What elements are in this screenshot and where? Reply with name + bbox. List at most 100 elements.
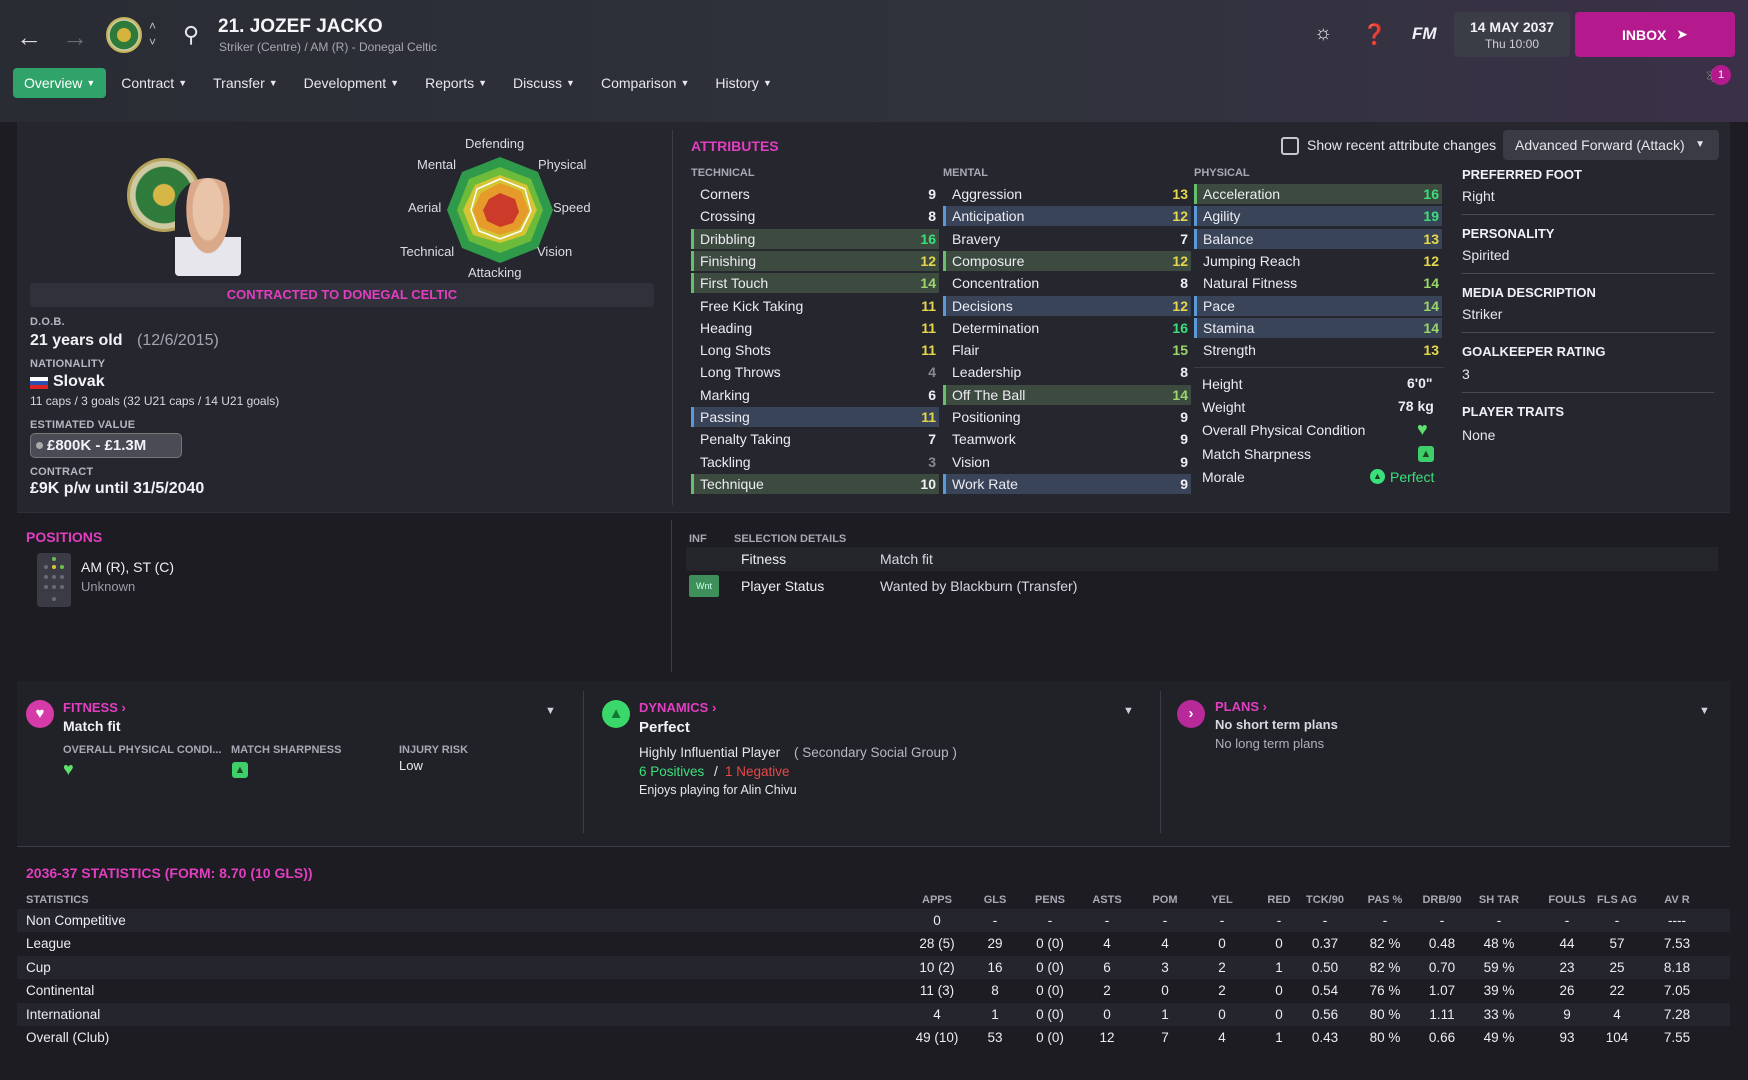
- stats-cell: -: [1162, 913, 1168, 928]
- attribute-row[interactable]: Determination 16: [943, 318, 1191, 338]
- attribute-row[interactable]: Vision 9: [943, 452, 1191, 472]
- dynamics-title: DYNAMICS: [639, 700, 709, 715]
- attribute-row[interactable]: Flair 15: [943, 340, 1191, 360]
- attribute-row[interactable]: Tackling 3: [691, 452, 939, 472]
- stats-cell: 0.66: [1428, 1030, 1456, 1045]
- stats-cell: 82 %: [1369, 936, 1401, 952]
- forward-arrow-icon[interactable]: →: [62, 22, 88, 53]
- menu-comparison[interactable]: Comparison ▼: [590, 68, 700, 98]
- back-arrow-icon[interactable]: ←: [16, 22, 42, 53]
- attribute-row[interactable]: Finishing 12: [691, 250, 939, 271]
- menu-development[interactable]: Development ▼: [293, 68, 410, 98]
- attribute-row[interactable]: Corners 9: [691, 184, 939, 204]
- stats-row[interactable]: Cup 10 (2) 16 0 (0) 6 3 2 1 0.50 82 % 0.70 59 % 23 25…: [17, 955, 1730, 979]
- attribute-row[interactable]: Concentration 8: [943, 273, 1191, 293]
- attribute-row[interactable]: Stamina 14: [1194, 317, 1442, 338]
- attribute-row[interactable]: Pace 14: [1194, 295, 1442, 316]
- attribute-row[interactable]: Technique 10: [691, 473, 939, 494]
- attribute-row[interactable]: Natural Fitness 14: [1194, 273, 1442, 293]
- stats-cell: 25: [1609, 959, 1625, 975]
- club-badge-icon[interactable]: [106, 17, 142, 53]
- attribute-value: 9: [928, 186, 936, 202]
- attribute-row[interactable]: Work Rate 9: [943, 473, 1191, 494]
- attribute-row[interactable]: Leadership 8: [943, 362, 1191, 382]
- traits-label: PLAYER TRAITS: [1462, 404, 1565, 419]
- stats-cell: 11 (3): [919, 983, 955, 999]
- attribute-row[interactable]: Bravery 7: [943, 229, 1191, 249]
- attribute-row[interactable]: Decisions 12: [943, 295, 1191, 316]
- role-dropdown[interactable]: Advanced Forward (Attack) ▼: [1503, 130, 1719, 160]
- attribute-name: Long Throws: [700, 364, 781, 381]
- attribute-row[interactable]: Jumping Reach 12: [1194, 251, 1442, 271]
- attribute-row[interactable]: Dribbling 16: [691, 228, 939, 249]
- attribute-row[interactable]: Long Throws 4: [691, 362, 939, 382]
- positives-text[interactable]: 6 Positives: [639, 764, 704, 779]
- expand-chevron-icon[interactable]: ▼: [1123, 705, 1134, 717]
- attribute-row[interactable]: Acceleration 16: [1194, 184, 1442, 204]
- attribute-row[interactable]: Teamwork 9: [943, 429, 1191, 449]
- show-changes-checkbox[interactable]: [1281, 137, 1299, 155]
- attribute-row[interactable]: Marking 6: [691, 385, 939, 405]
- attribute-row[interactable]: Heading 11: [691, 318, 939, 338]
- estimated-value[interactable]: £800K - £1.3M: [30, 433, 182, 458]
- stats-cell: 3: [1161, 959, 1169, 975]
- search-icon[interactable]: ⚲: [183, 22, 199, 48]
- attribute-row[interactable]: Strength 13: [1194, 340, 1442, 360]
- dynamics-link[interactable]: DYNAMICS ›: [639, 700, 716, 715]
- menu-history[interactable]: History ▼: [704, 68, 782, 98]
- attribute-row[interactable]: First Touch 14: [691, 273, 939, 294]
- expand-chevron-icon[interactable]: ▼: [1699, 705, 1710, 717]
- stats-header-cell: STATISTICS: [26, 894, 89, 906]
- world-icon[interactable]: ☼: [1314, 22, 1332, 45]
- attribute-name: Natural Fitness: [1203, 275, 1298, 292]
- stats-row[interactable]: Overall (Club) 49 (10) 53 0 (0) 12 7 4 1 0.43 80 …: [17, 1026, 1730, 1049]
- attribute-row[interactable]: Passing 11: [691, 407, 939, 427]
- fitness-link[interactable]: FITNESS ›: [63, 700, 126, 715]
- position-dot: [52, 565, 56, 569]
- menu-reports[interactable]: Reports ▼: [414, 68, 498, 98]
- position-pitch-icon[interactable]: [37, 553, 71, 607]
- stats-cell: 0.56: [1311, 1006, 1339, 1022]
- fm-logo[interactable]: FM: [1412, 24, 1437, 44]
- attribute-row[interactable]: Balance 13: [1194, 228, 1442, 249]
- help-icon[interactable]: ❓: [1362, 22, 1387, 47]
- inbox-button[interactable]: INBOX ➤: [1575, 12, 1735, 57]
- menu-contract[interactable]: Contract ▼: [110, 68, 198, 98]
- attribute-row[interactable]: Anticipation 12: [943, 206, 1191, 227]
- attribute-row[interactable]: Long Shots 11: [691, 340, 939, 360]
- attribute-name: Marking: [700, 386, 750, 403]
- date-display[interactable]: 14 MAY 2037 Thu 10:00: [1454, 12, 1570, 57]
- stats-cell: 0 (0): [1036, 1006, 1064, 1022]
- contracted-banner[interactable]: CONTRACTED TO DONEGAL CELTIC: [30, 283, 654, 307]
- stats-cell: 6: [1103, 959, 1111, 975]
- stats-row[interactable]: League 28 (5) 29 0 (0) 4 4 0 0 0.37 82 % 0.48 48 % 4…: [17, 932, 1730, 955]
- attribute-row[interactable]: Aggression 13: [943, 184, 1191, 204]
- attribute-row[interactable]: Crossing 8: [691, 206, 939, 226]
- plans-link[interactable]: PLANS ›: [1215, 699, 1267, 714]
- menu-discuss[interactable]: Discuss ▼: [502, 68, 586, 98]
- attribute-row[interactable]: Penalty Taking 7: [691, 429, 939, 449]
- nationality-value[interactable]: Slovak: [53, 373, 105, 391]
- nationality-label: NATIONALITY: [30, 358, 106, 370]
- stats-row[interactable]: Continental 11 (3) 8 0 (0) 2 0 2 0 0.54 76 % 1.07 3…: [17, 979, 1730, 1002]
- attribute-name: Crossing: [700, 208, 756, 225]
- badge-switch-arrows-icon[interactable]: ˄ ˅: [149, 18, 156, 50]
- status-value: Wanted by Blackburn (Transfer): [880, 578, 1078, 594]
- stats-cell: 16: [987, 959, 1003, 975]
- attribute-row[interactable]: Agility 19: [1194, 206, 1442, 227]
- menu-overview[interactable]: Overview ▼: [13, 68, 107, 98]
- time-text: Thu 10:00: [1484, 37, 1540, 51]
- stats-cell: -: [1496, 913, 1502, 928]
- attribute-value: 12: [920, 252, 936, 269]
- attribute-row[interactable]: Off The Ball 14: [943, 384, 1191, 405]
- stats-row[interactable]: Non Competitive 0- - - - - - - - - - - - ----: [17, 909, 1730, 932]
- expand-chevron-icon[interactable]: ▼: [545, 705, 556, 717]
- attribute-name: Vision: [952, 453, 990, 470]
- attribute-row[interactable]: Positioning 9: [943, 407, 1191, 427]
- slovakia-flag-icon: [30, 377, 48, 389]
- attribute-row[interactable]: Free Kick Taking 11: [691, 296, 939, 316]
- stats-row[interactable]: International 4 1 0 (0) 0 1 0 0 0.56 80 % 1.11 33 %…: [17, 1002, 1730, 1026]
- menu-transfer[interactable]: Transfer ▼: [202, 68, 289, 98]
- negatives-text[interactable]: 1 Negative: [725, 764, 790, 779]
- attribute-row[interactable]: Composure 12: [943, 250, 1191, 271]
